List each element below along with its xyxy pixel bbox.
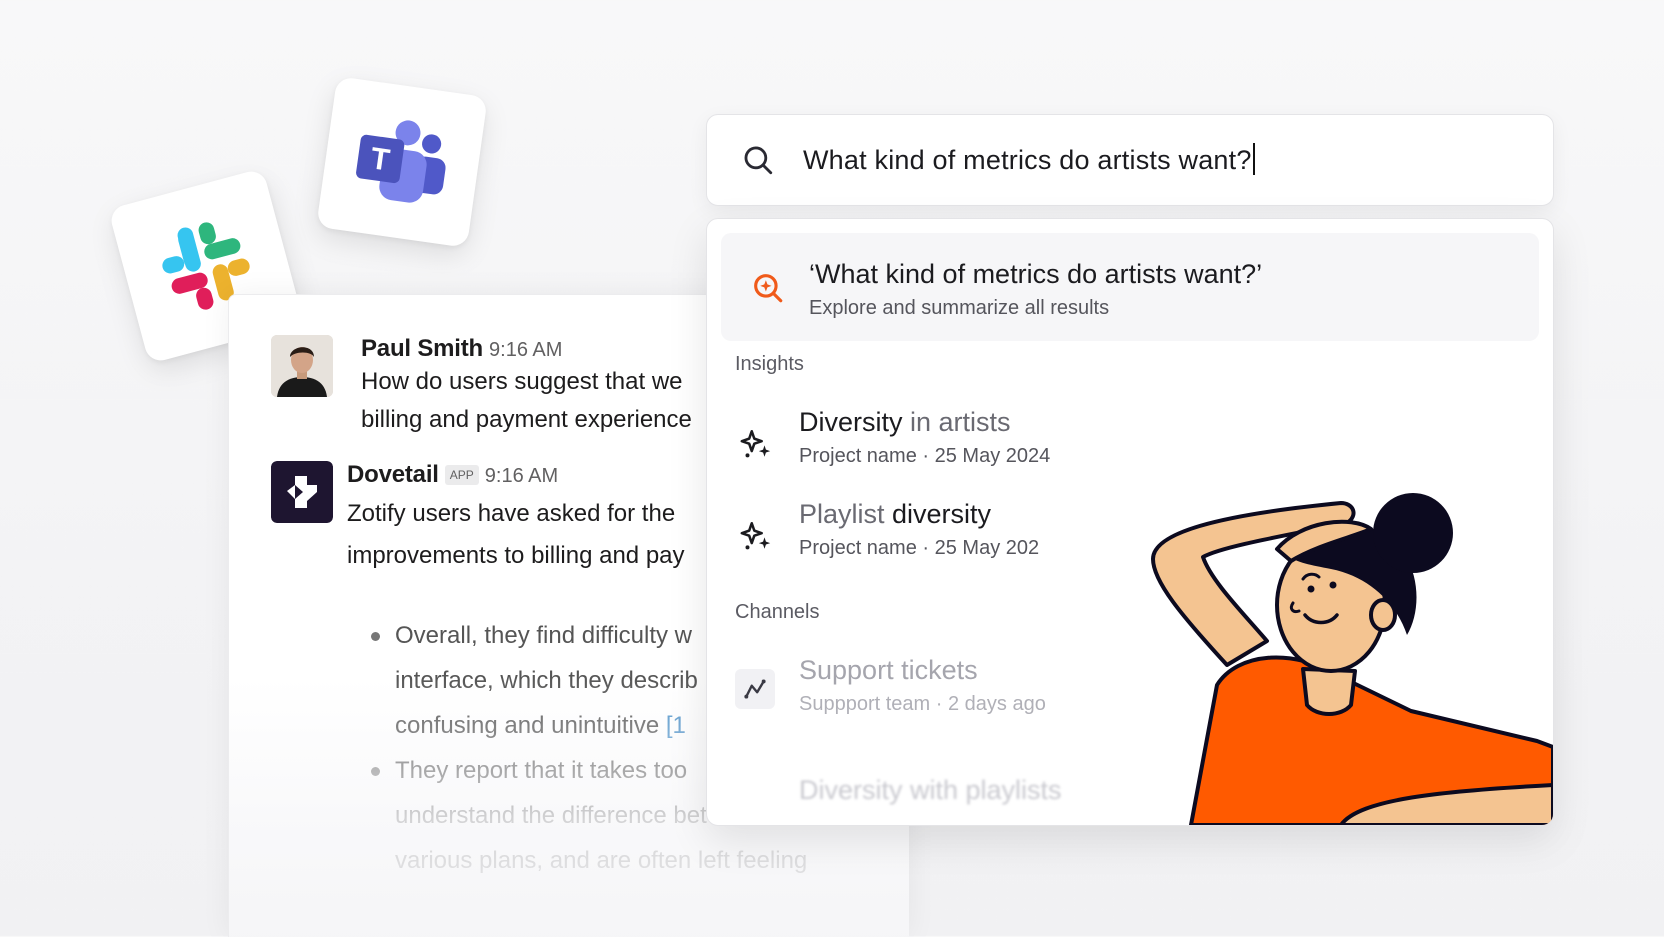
channel-title: Support tickets: [799, 655, 978, 685]
channel-icon-box: [735, 669, 775, 709]
message-line: How do users suggest that we: [361, 368, 683, 395]
insight-result-item[interactable]: Diversity in artists Project name · 25 M…: [735, 407, 1535, 477]
message-line: Zotify users have asked for the: [347, 500, 676, 527]
avatar-paul-smith[interactable]: [271, 335, 333, 397]
bullet-text: interface, which they describ: [395, 667, 698, 694]
insight-title-match: diversity: [892, 499, 992, 529]
search-results-panel: ‘What kind of metrics do artists want?’ …: [706, 218, 1554, 826]
insights-section-label: Insights: [735, 353, 804, 375]
channels-section-label: Channels: [735, 601, 820, 623]
bullet-text: They report that it takes too: [395, 757, 688, 784]
message-author[interactable]: Paul Smith: [361, 335, 483, 362]
insight-title-match: Diversity: [799, 407, 903, 437]
app-badge: APP: [444, 465, 479, 485]
search-icon: [744, 146, 773, 175]
bullet-continuation: various plans, and are often left feelin…: [371, 838, 807, 883]
sparkle-icon: [740, 521, 771, 550]
teams-app-tile: T: [316, 76, 488, 248]
explore-results-option[interactable]: ‘What kind of metrics do artists want?’ …: [721, 233, 1539, 341]
citation-link[interactable]: [1: [666, 712, 686, 739]
truncated-result-item: Diversity with playlists: [799, 775, 1062, 805]
channel-meta: Suppport team · 2 days ago: [799, 693, 1046, 715]
explore-subtitle: Explore and summarize all results: [809, 297, 1110, 319]
search-bar[interactable]: What kind of metrics do artists want?: [706, 114, 1554, 206]
message-line: billing and payment experience: [361, 406, 692, 433]
explore-title: ‘What kind of metrics do artists want?’: [809, 259, 1263, 289]
message-time: 9:16 AM: [489, 339, 563, 361]
message-author[interactable]: Dovetail: [347, 461, 439, 488]
insight-title-rest: Playlist: [799, 499, 893, 529]
channel-chart-icon: [744, 679, 766, 699]
search-input[interactable]: What kind of metrics do artists want?: [803, 143, 1255, 176]
insight-title: Diversity in artists: [799, 407, 1011, 438]
explore-search-icon: [754, 274, 783, 303]
text-caret: [1252, 143, 1255, 175]
chat-message: Dovetail APP 9:16 AM Zotify users have ask…: [271, 461, 685, 577]
teams-logo-icon: T: [356, 120, 446, 203]
insight-title: Playlist diversity: [799, 499, 991, 530]
sparkle-icon: [740, 429, 771, 458]
bullet-text: confusing and unintuitive: [395, 712, 666, 739]
chat-message: Paul Smith 9:16 AM How do users suggest t…: [271, 335, 692, 439]
insight-meta: Project name · 25 May 2024: [799, 445, 1051, 467]
insight-meta: Project name · 25 May 202: [799, 537, 1040, 559]
message-line: improvements to billing and pay: [347, 542, 685, 569]
insight-title-rest: in artists: [902, 407, 1011, 437]
bullet-text: Overall, they find difficulty w: [395, 622, 693, 649]
bullet-text: various plans, and are often left feelin…: [395, 847, 808, 874]
message-time: 9:16 AM: [484, 465, 559, 487]
avatar-dovetail[interactable]: [271, 461, 333, 523]
search-query: What kind of metrics do artists want?: [803, 145, 1252, 175]
person-thinking-illustration: [1151, 493, 1553, 825]
